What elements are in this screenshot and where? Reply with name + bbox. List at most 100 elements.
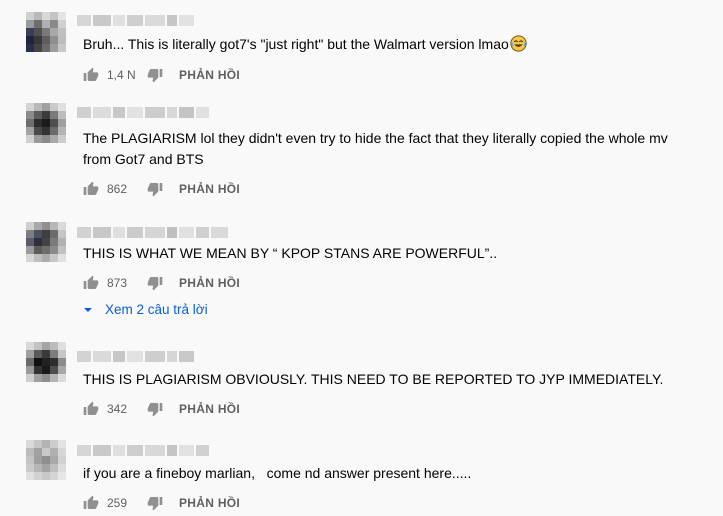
- avatar-pixel: [42, 20, 50, 28]
- avatar-pixel: [26, 103, 34, 111]
- avatar-pixel: [26, 12, 34, 20]
- author-pixel: [93, 444, 111, 456]
- avatar-pixel: [42, 464, 50, 472]
- author-pixel: [196, 226, 209, 238]
- author-pixel: [77, 106, 91, 118]
- avatar-pixel: [26, 464, 34, 472]
- avatar-pixel: [50, 374, 58, 382]
- dislike-icon[interactable]: [147, 401, 163, 417]
- author-pixel: [77, 14, 91, 26]
- reply-button[interactable]: PHẢN HỒI: [179, 402, 240, 416]
- dislike-icon[interactable]: [147, 495, 163, 511]
- reply-button[interactable]: PHẢN HỒI: [179, 68, 240, 82]
- avatar-pixel: [34, 374, 42, 382]
- comment-text: Bruh... This is literally got7's "just r…: [83, 34, 703, 55]
- dislike-icon[interactable]: [147, 275, 163, 291]
- avatar[interactable]: [26, 440, 66, 480]
- reply-button[interactable]: PHẢN HỒI: [179, 496, 240, 510]
- avatar-pixel: [42, 350, 50, 358]
- like-icon[interactable]: [83, 495, 99, 511]
- avatar-pixel: [58, 222, 66, 230]
- author-pixel: [127, 106, 143, 118]
- avatar-pixel: [26, 366, 34, 374]
- like-icon[interactable]: [83, 401, 99, 417]
- avatar-pixel: [42, 448, 50, 456]
- comment-actions: 1,4 N PHẢN HỒI: [83, 65, 240, 85]
- avatar-pixel: [34, 440, 42, 448]
- comment-text-content: Bruh... This is literally got7's "just r…: [83, 36, 509, 52]
- avatar-pixel: [42, 12, 50, 20]
- comment-actions: 342 PHẢN HỒI: [83, 399, 240, 419]
- author-name[interactable]: [77, 14, 194, 26]
- avatar-pixel: [50, 254, 58, 262]
- laughing-emoji-icon: [510, 35, 527, 52]
- avatar[interactable]: [26, 103, 66, 143]
- avatar-pixel: [26, 472, 34, 480]
- avatar-pixel: [34, 127, 42, 135]
- avatar-pixel: [42, 28, 50, 36]
- view-replies-button[interactable]: Xem 2 câu trả lời: [83, 302, 208, 317]
- avatar-pixel: [34, 135, 42, 143]
- author-pixel: [127, 350, 143, 362]
- avatar[interactable]: [26, 222, 66, 262]
- avatar-pixel: [58, 230, 66, 238]
- reply-button[interactable]: PHẢN HỒI: [179, 182, 240, 196]
- avatar-pixel: [34, 350, 42, 358]
- avatar-pixel: [42, 44, 50, 52]
- like-count: 259: [107, 496, 128, 510]
- like-icon[interactable]: [83, 67, 99, 83]
- avatar-pixel: [42, 127, 50, 135]
- author-pixel: [196, 106, 209, 118]
- author-pixel: [77, 226, 91, 238]
- avatar-pixel: [34, 456, 42, 464]
- avatar-pixel: [50, 246, 58, 254]
- avatar-pixel: [34, 342, 42, 350]
- avatar[interactable]: [26, 12, 66, 52]
- author-pixel: [93, 350, 111, 362]
- avatar-pixel: [42, 366, 50, 374]
- avatar-pixel: [34, 366, 42, 374]
- author-pixel: [211, 226, 228, 238]
- avatar-pixel: [50, 342, 58, 350]
- avatar-pixel: [50, 358, 58, 366]
- avatar-pixel: [50, 448, 58, 456]
- dislike-icon[interactable]: [147, 181, 163, 197]
- avatar-pixel: [58, 254, 66, 262]
- author-name[interactable]: [77, 350, 194, 362]
- avatar-pixel: [26, 440, 34, 448]
- author-name[interactable]: [77, 226, 228, 238]
- avatar-pixel: [26, 456, 34, 464]
- avatar-pixel: [50, 456, 58, 464]
- avatar-pixel: [34, 230, 42, 238]
- dislike-icon[interactable]: [147, 67, 163, 83]
- author-pixel: [179, 226, 194, 238]
- avatar-pixel: [26, 36, 34, 44]
- avatar-pixel: [26, 20, 34, 28]
- avatar-pixel: [58, 374, 66, 382]
- avatar-pixel: [26, 111, 34, 119]
- avatar[interactable]: [26, 342, 66, 382]
- author-pixel: [113, 350, 125, 362]
- avatar-pixel: [34, 222, 42, 230]
- author-pixel: [196, 444, 209, 456]
- like-count: 873: [107, 276, 128, 290]
- avatar-pixel: [26, 222, 34, 230]
- author-pixel: [167, 106, 177, 118]
- like-icon[interactable]: [83, 275, 99, 291]
- comment-text: THIS IS PLAGIARISM OBVIOUSLY. THIS NEED …: [83, 371, 664, 387]
- author-name[interactable]: [77, 444, 209, 456]
- comment-actions: 259 PHẢN HỒI: [83, 493, 240, 513]
- avatar-pixel: [42, 111, 50, 119]
- avatar-pixel: [58, 440, 66, 448]
- avatar-pixel: [42, 222, 50, 230]
- author-name[interactable]: [77, 106, 209, 118]
- avatar-pixel: [50, 230, 58, 238]
- reply-button[interactable]: PHẢN HỒI: [179, 276, 240, 290]
- avatar-pixel: [50, 111, 58, 119]
- avatar-pixel: [26, 238, 34, 246]
- avatar-pixel: [34, 472, 42, 480]
- author-pixel: [77, 350, 91, 362]
- avatar-pixel: [58, 448, 66, 456]
- like-icon[interactable]: [83, 181, 99, 197]
- author-pixel: [127, 226, 143, 238]
